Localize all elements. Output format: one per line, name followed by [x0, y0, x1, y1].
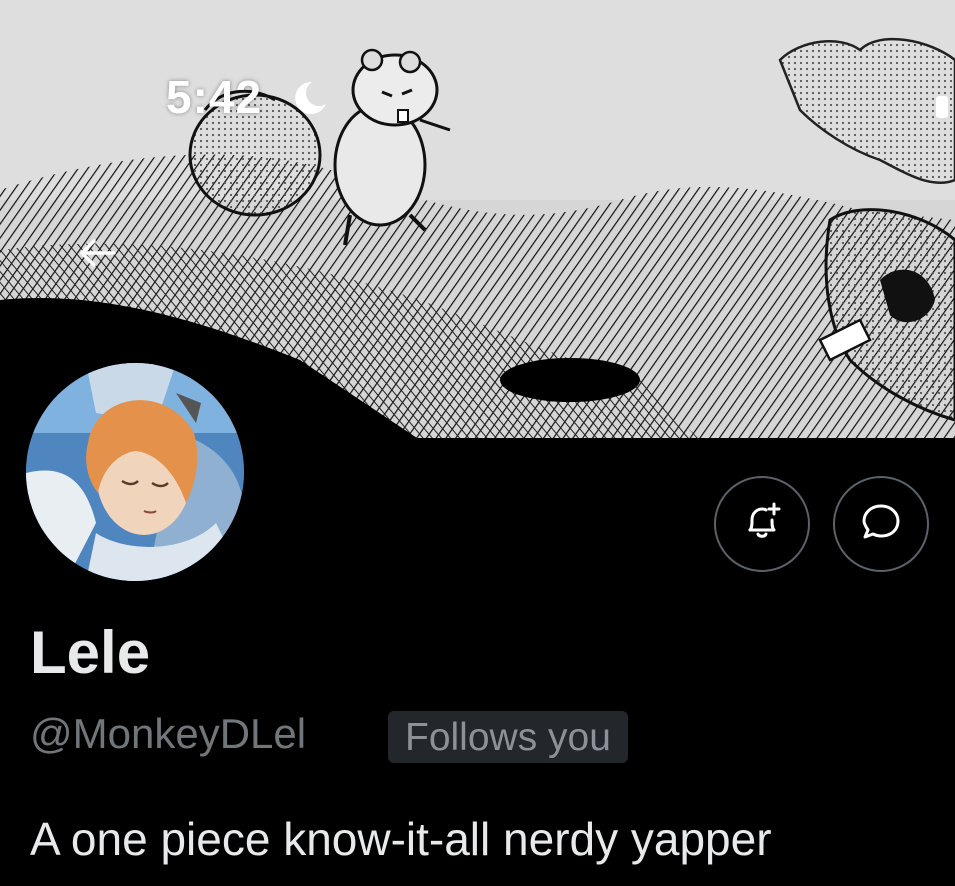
battery-icon: [936, 96, 948, 118]
arrow-left-icon: [77, 237, 117, 274]
bell-plus-icon: [740, 500, 784, 549]
user-handle: @MonkeyDLel: [30, 710, 307, 757]
chat-bubble-icon: [859, 500, 903, 549]
follows-you-badge: Follows you: [388, 711, 628, 763]
notify-button[interactable]: [714, 476, 810, 572]
status-bar-time: 5:42: [166, 71, 263, 123]
profile-bio: A one piece know-it-all nerdy yapper: [30, 813, 772, 865]
avatar-image: [26, 363, 244, 581]
back-button[interactable]: [72, 230, 122, 280]
display-name: Lele: [30, 619, 151, 686]
message-button[interactable]: [833, 476, 929, 572]
moon-icon: [290, 78, 330, 118]
avatar[interactable]: [26, 363, 244, 581]
